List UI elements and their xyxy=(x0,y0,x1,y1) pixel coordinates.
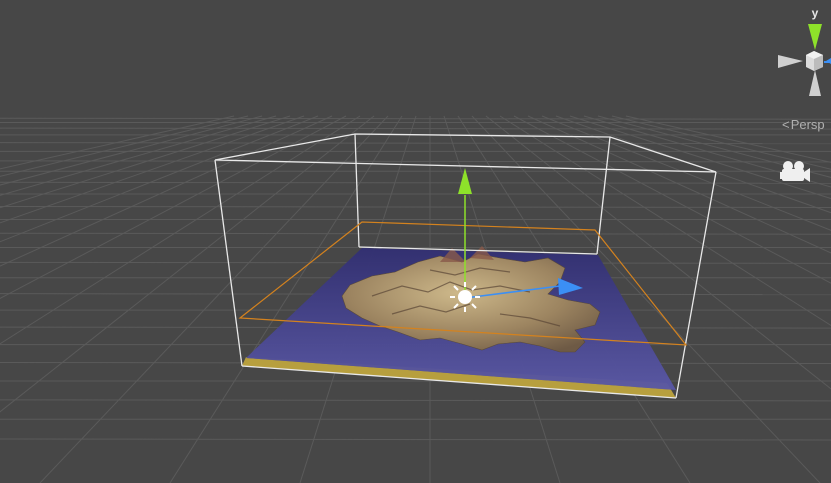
move-handle-y-arrow[interactable] xyxy=(458,168,472,194)
grid-line xyxy=(0,127,831,130)
sun-icon[interactable] xyxy=(450,282,480,312)
grid-line xyxy=(0,399,831,402)
grid-line xyxy=(0,205,831,208)
projection-toggle[interactable]: < Persp xyxy=(782,117,825,132)
camera-icon[interactable] xyxy=(778,158,812,184)
scene-orientation-gizmo[interactable] xyxy=(778,24,831,96)
scene-view-viewport[interactable] xyxy=(0,0,831,483)
gizmo-y-axis-cone[interactable] xyxy=(808,24,822,50)
grid-line xyxy=(0,232,831,235)
projection-label: Persp xyxy=(790,117,825,132)
grid-line xyxy=(0,142,831,145)
cube-icon[interactable] xyxy=(806,51,823,71)
grid-line xyxy=(0,117,831,120)
gizmo-x-axis-cone[interactable] xyxy=(778,55,803,68)
grid-line xyxy=(0,160,831,163)
gizmo-y-axis-label[interactable]: y xyxy=(808,6,822,20)
grid-line xyxy=(0,181,831,184)
gizmo-neg-y-cone[interactable] xyxy=(809,70,821,96)
grid-line xyxy=(0,438,831,441)
